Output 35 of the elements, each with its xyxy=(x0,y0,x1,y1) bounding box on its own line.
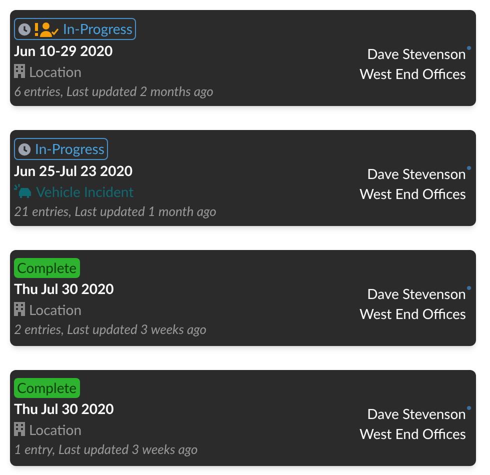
category-label: Location xyxy=(29,420,82,440)
entries-summary: 21 entries, Last updated 1 month ago xyxy=(14,202,216,221)
category-label: Location xyxy=(29,62,82,82)
person-name: Dave Stevenson xyxy=(367,44,466,64)
site-name: West End Offices xyxy=(360,64,466,84)
entries-summary: 6 entries, Last updated 2 months ago xyxy=(14,82,214,101)
date-range: Jun 25-Jul 23 2020 xyxy=(14,161,132,181)
site-name: West End Offices xyxy=(360,184,466,204)
person-name: Dave Stevenson xyxy=(367,404,466,424)
site-name: West End Offices xyxy=(360,424,466,444)
entries-summary: 1 entry, Last updated 3 weeks ago xyxy=(14,440,198,459)
person-name: Dave Stevenson xyxy=(367,284,466,304)
site-name: West End Offices xyxy=(360,304,466,324)
entries-summary: 2 entries, Last updated 3 weeks ago xyxy=(14,320,206,339)
clock-icon xyxy=(18,142,31,156)
entry-card[interactable]: Complete Thu Jul 30 2020 Location 1 entry, Last updated 3 weeks ago Dave Stevenson West End Offices xyxy=(10,370,476,466)
date-range: Jun 10-29 2020 xyxy=(14,41,113,61)
status-label: In-Progress xyxy=(35,142,104,156)
entry-card[interactable]: In-Progress Jun 10-29 2020 Location 6 entries, Last updated 2 months ago Dave Stevenson West End Offices xyxy=(10,10,476,106)
person-check-icon xyxy=(35,22,59,36)
person-name: Dave Stevenson xyxy=(367,164,466,184)
entry-card[interactable]: In-Progress Jun 25-Jul 23 2020 Vehicle Incident 21 entries, Last updated 1 month ago Dave Stevenson West End Offices xyxy=(10,130,476,226)
entry-card[interactable]: Complete Thu Jul 30 2020 Location 2 entries, Last updated 3 weeks ago Dave Stevenson West End Offices xyxy=(10,250,476,346)
building-icon xyxy=(14,302,25,316)
building-icon xyxy=(14,64,25,78)
status-label: Complete xyxy=(17,381,77,395)
category-label: Location xyxy=(29,300,82,320)
category-label: Vehicle Incident xyxy=(36,182,134,202)
status-label: Complete xyxy=(17,261,77,275)
date-range: Thu Jul 30 2020 xyxy=(14,279,114,299)
status-label: In-Progress xyxy=(63,22,132,36)
building-icon xyxy=(14,422,25,436)
car-crash-icon xyxy=(14,184,32,198)
clock-icon xyxy=(18,22,31,36)
date-range: Thu Jul 30 2020 xyxy=(14,399,114,419)
